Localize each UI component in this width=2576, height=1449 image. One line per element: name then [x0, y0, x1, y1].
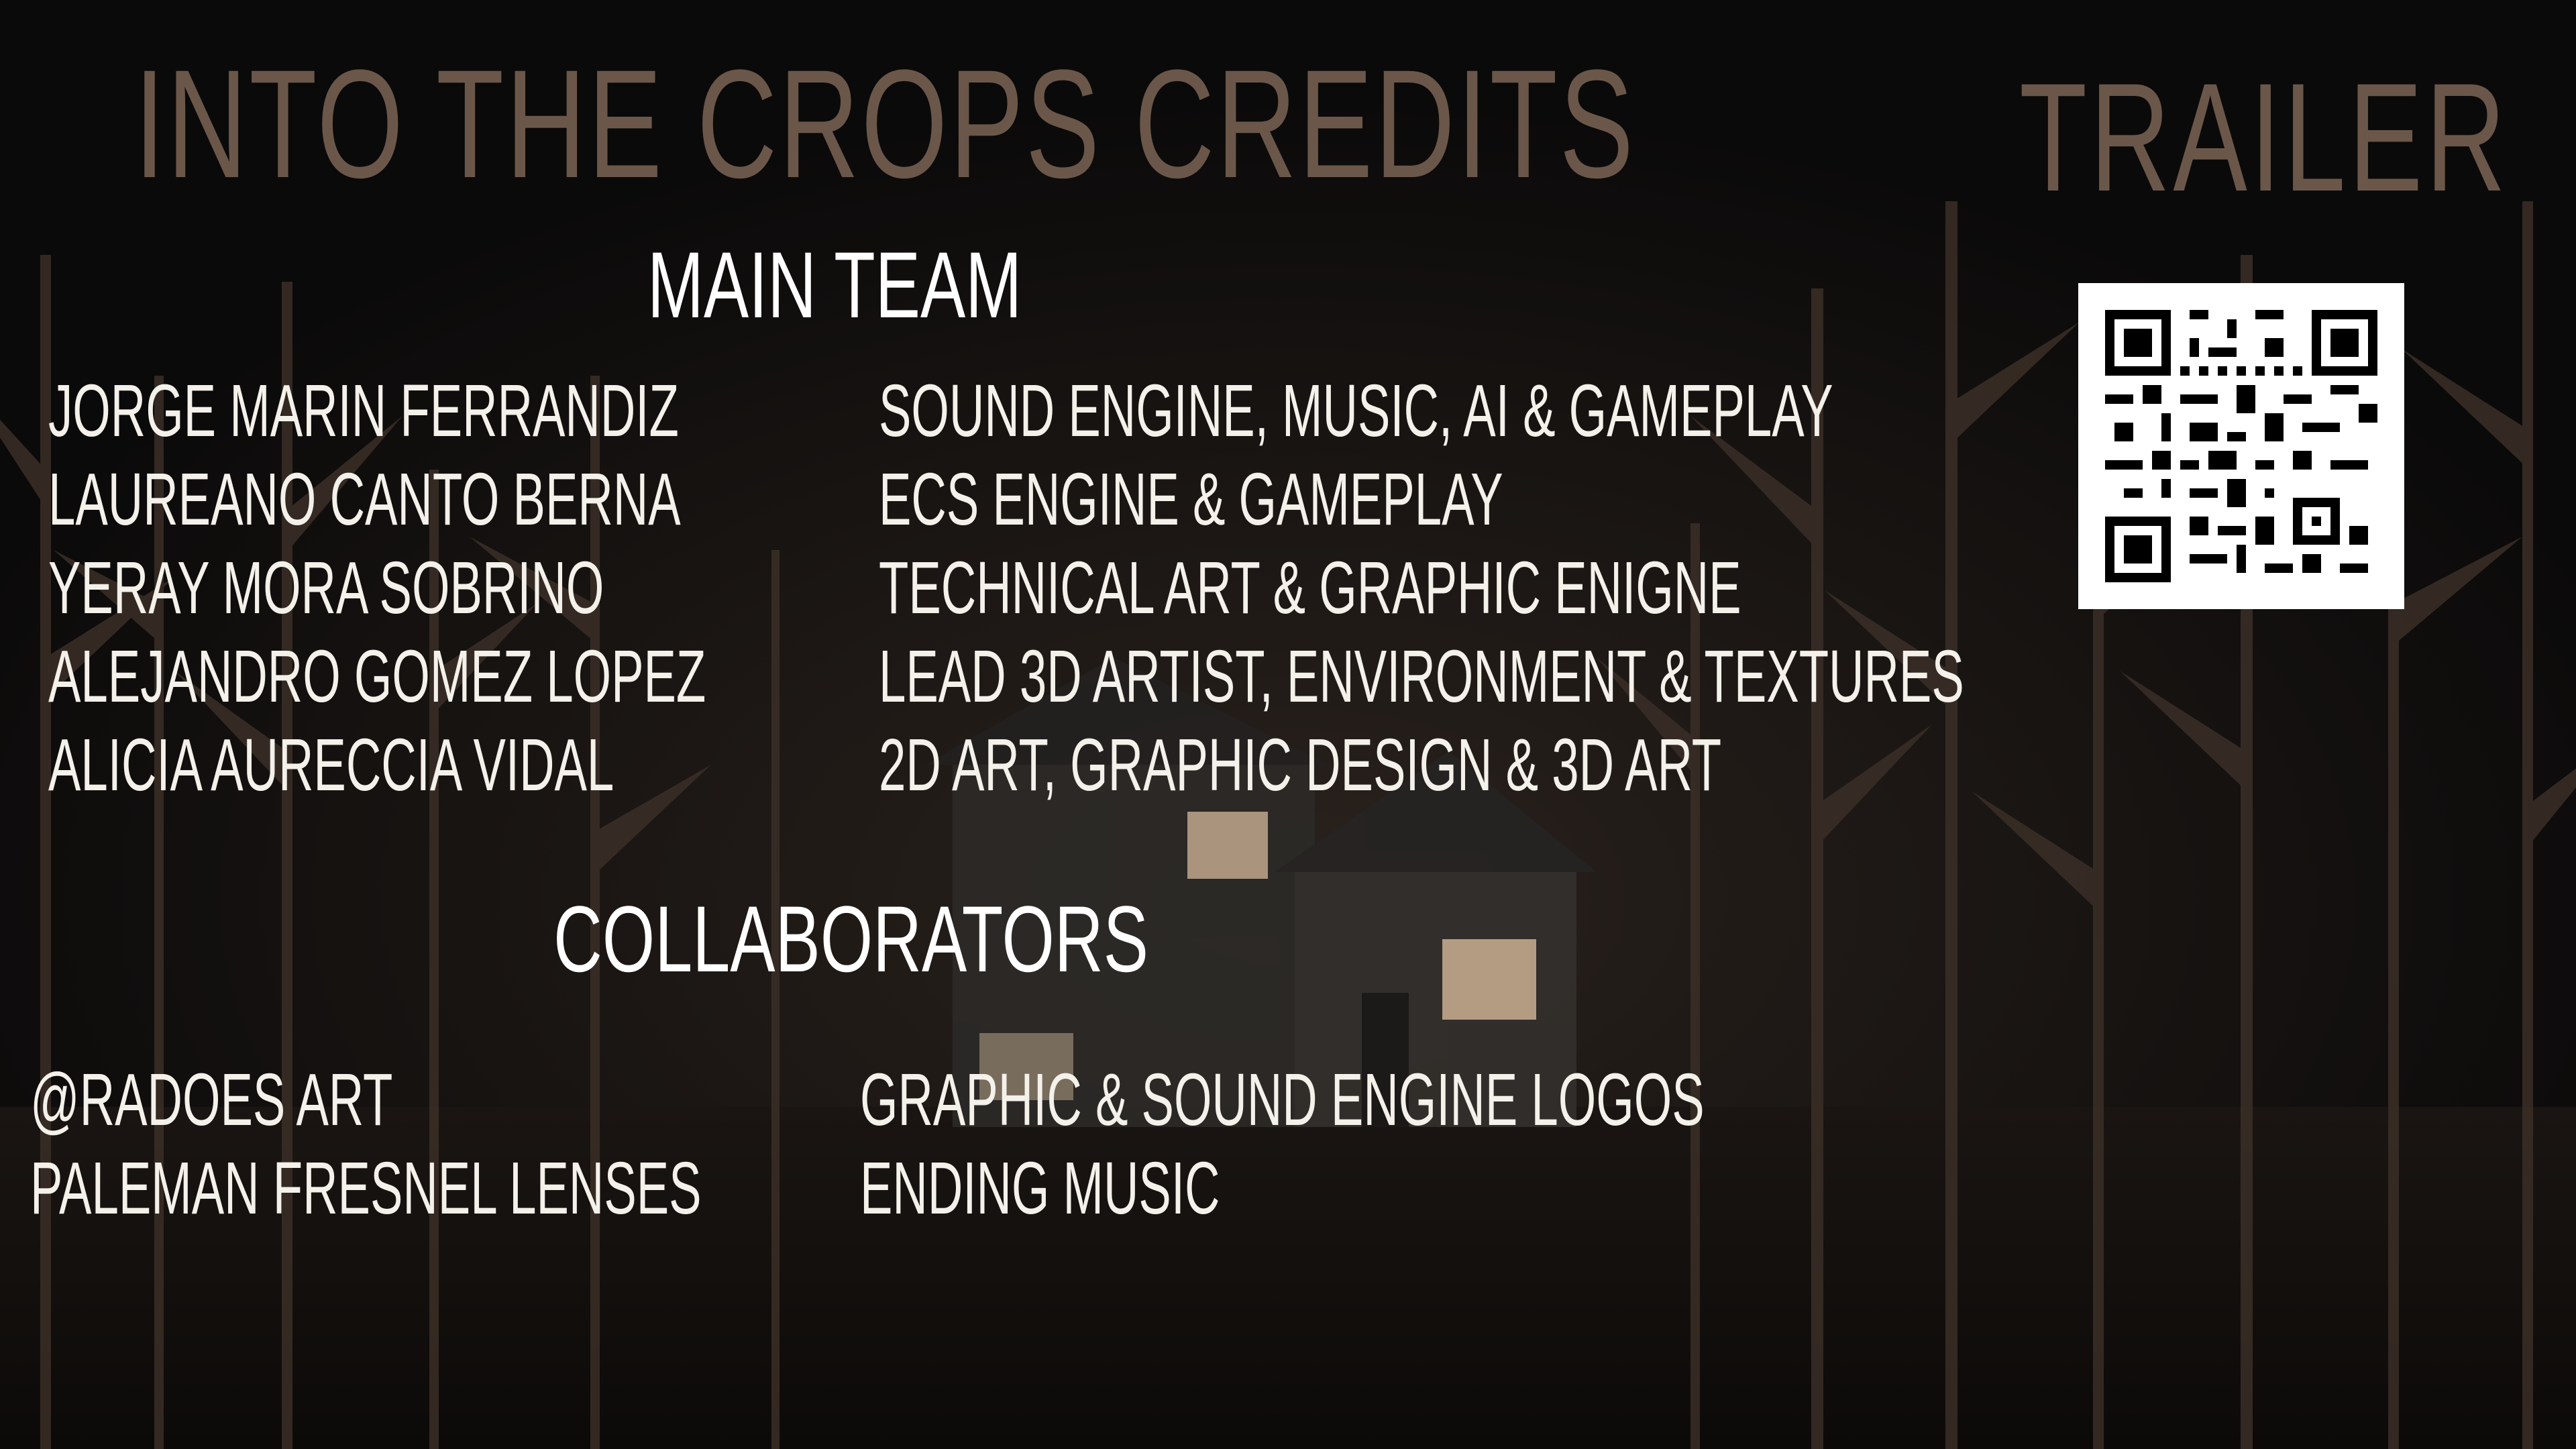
member-role: Sound Engine, Music, AI & Gameplay	[879, 370, 1833, 452]
credits-title: Into the Crops Credits	[134, 38, 1635, 210]
member-name: Yeray Mora Sobrino	[48, 547, 604, 629]
member-name: Laureano Canto Berna	[48, 458, 681, 541]
collaborators-heading: Collaborators	[553, 886, 1148, 991]
collaborator-name: Paleman Fresnel Lenses	[30, 1147, 702, 1230]
member-name: Jorge Marin Ferrandiz	[48, 370, 679, 452]
member-role: Lead 3D Artist, Environment & Textures	[879, 635, 1964, 718]
member-role: ECS Engine & Gameplay	[879, 458, 1503, 541]
member-role: 2D Art, Graphic Design & 3D Art	[879, 724, 1722, 806]
member-role: Technical Art & Graphic Enigne	[879, 547, 1741, 629]
member-name: Alejandro Gomez Lopez	[48, 635, 706, 718]
qr-code-icon	[2105, 310, 2377, 582]
main-team-heading: Main Team	[647, 232, 1022, 337]
collaborator-name: @Radoes Art	[30, 1059, 393, 1141]
collaborator-role: Ending Music	[860, 1147, 1220, 1230]
trailer-qr-code[interactable]	[2078, 283, 2404, 609]
trailer-label: Trailer	[2019, 51, 2509, 223]
member-name: Alicia Aureccia Vidal	[48, 724, 614, 806]
collaborator-role: Graphic & Sound Engine Logos	[860, 1059, 1705, 1141]
